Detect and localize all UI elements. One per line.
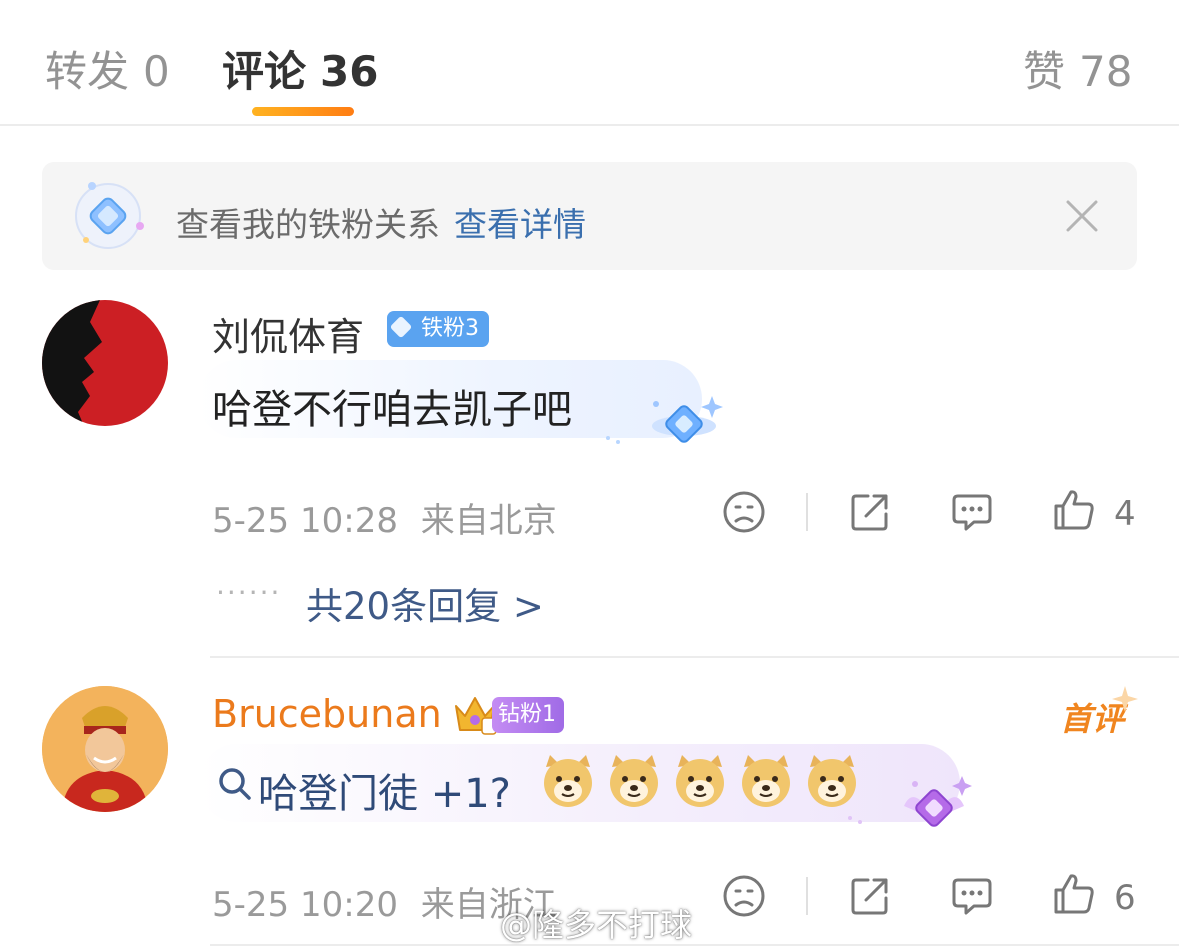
comment-divider (210, 656, 1179, 658)
tab-reposts[interactable]: 转发 0 (45, 38, 170, 99)
tab-comments-count: 36 (320, 47, 379, 96)
bubble-purple-diamond-decoration-icon (848, 776, 972, 827)
banner-message: 查看我的铁粉关系 (176, 205, 440, 244)
comment-time: 5-25 10:20 (212, 885, 398, 925)
tab-likes-label: 赞 (1023, 47, 1066, 96)
comment-divider (210, 944, 1179, 946)
comment-text: 哈登不行咱去凯子吧 (212, 387, 572, 433)
like-thumb-icon[interactable] (1052, 488, 1096, 532)
badge-diamond-icon (389, 315, 413, 339)
reply-comment-icon[interactable] (950, 874, 994, 918)
tab-likes[interactable]: 赞 78 (1023, 38, 1132, 99)
diamond-fan-badge: 钻粉1 (492, 697, 564, 733)
avatar-image (42, 300, 168, 426)
iron-fan-badge: 铁粉3 (387, 311, 489, 347)
comment-meta: 5-25 10:28 来自北京 (212, 493, 557, 542)
avatar[interactable] (42, 300, 168, 426)
doge-emoji-icon (544, 755, 592, 807)
active-tab-indicator (252, 107, 354, 116)
action-separator (806, 493, 808, 531)
reply-comment-icon[interactable] (950, 490, 994, 534)
comment-username[interactable]: 刘侃体育 (212, 306, 364, 361)
banner-details-link[interactable]: 查看详情 (454, 205, 586, 244)
like-count: 6 (1114, 878, 1136, 918)
view-replies-link[interactable]: 共20条回复 > (306, 576, 544, 630)
badge-label: 钻粉1 (498, 702, 556, 727)
comment-username[interactable]: Brucebunan (212, 692, 442, 736)
tab-comments[interactable]: 评论 36 (222, 38, 378, 99)
doge-emoji-icon (676, 755, 724, 807)
tab-reposts-count: 0 (143, 47, 170, 96)
comment-text: 哈登门徒 +1? (258, 771, 511, 817)
action-separator (806, 877, 808, 915)
bubble-diamond-decoration-icon (606, 396, 723, 444)
badge-label: 铁粉3 (421, 316, 479, 341)
close-icon[interactable] (1064, 198, 1100, 234)
iron-fan-banner[interactable]: 查看我的铁粉关系 查看详情 (42, 162, 1137, 270)
avatar-image (42, 686, 168, 812)
like-count: 4 (1114, 494, 1136, 534)
share-icon[interactable] (848, 874, 892, 918)
dislike-face-icon[interactable] (722, 490, 766, 534)
tab-likes-count: 78 (1079, 47, 1133, 96)
search-icon[interactable] (216, 765, 254, 803)
iron-fan-diamond-icon (75, 182, 144, 249)
comment-location: 来自北京 (420, 501, 557, 541)
header-divider (0, 124, 1179, 126)
doge-emoji-icon (742, 755, 790, 807)
comment-time: 5-25 10:28 (212, 501, 398, 541)
like-thumb-icon[interactable] (1052, 872, 1096, 916)
tab-reposts-label: 转发 (45, 47, 130, 96)
dislike-face-icon[interactable] (722, 874, 766, 918)
doge-emoji-icon (610, 755, 658, 807)
watermark-text: @隆多不打球 (500, 906, 693, 944)
share-icon[interactable] (848, 490, 892, 534)
weibo-watermark: @隆多不打球 (500, 900, 692, 946)
sparkle-icon (1112, 686, 1138, 712)
banner-text: 查看我的铁粉关系 查看详情 (176, 198, 586, 246)
replies-ellipsis: ······ (216, 576, 282, 609)
tab-comments-label: 评论 (222, 47, 307, 96)
avatar[interactable] (42, 686, 168, 812)
